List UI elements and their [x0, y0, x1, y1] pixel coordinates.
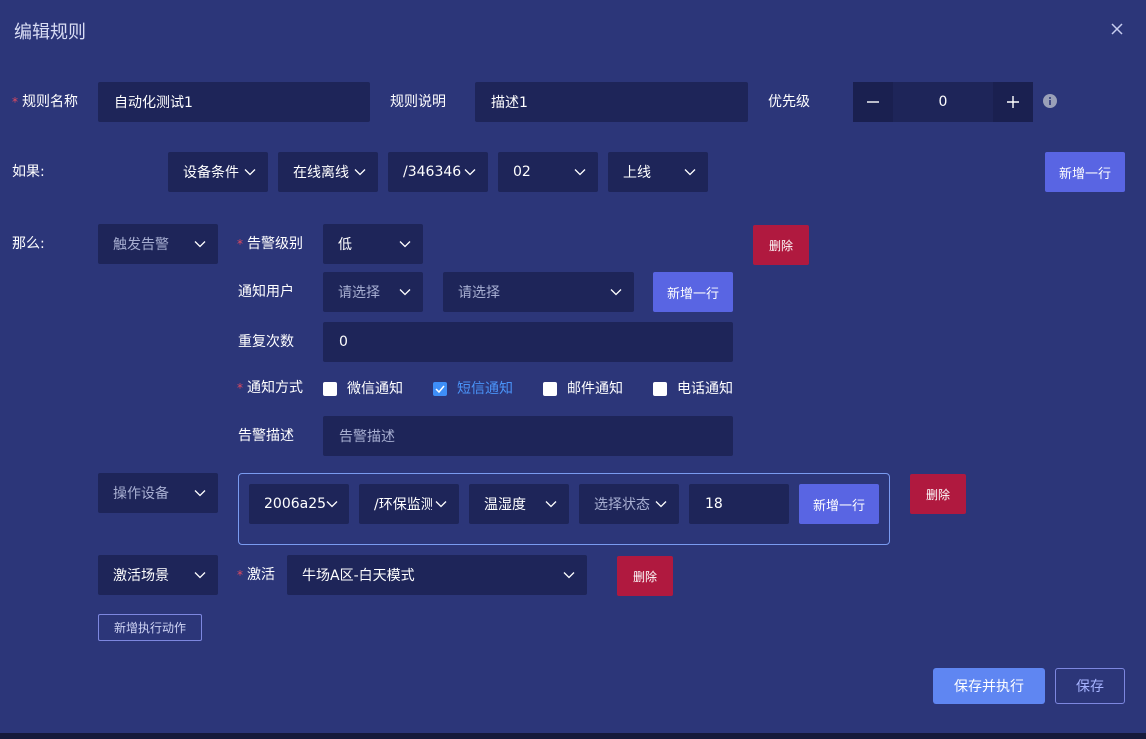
- if-channel-select[interactable]: 02: [498, 152, 598, 192]
- chevron-down-icon: [194, 490, 206, 497]
- alarm-level-select[interactable]: 低: [323, 224, 423, 264]
- add-action-button[interactable]: 新增执行动作: [98, 614, 202, 641]
- chevron-down-icon: [435, 501, 447, 508]
- plus-icon[interactable]: [993, 82, 1033, 122]
- device-group-select[interactable]: /环保监测: [359, 484, 459, 524]
- rule-name-input[interactable]: 自动化测试1: [98, 82, 370, 122]
- notify-user-group-select[interactable]: 请选择: [323, 272, 423, 312]
- wechat-checkbox[interactable]: [323, 382, 337, 396]
- if-device-select[interactable]: /346346: [388, 152, 488, 192]
- email-label[interactable]: 邮件通知: [567, 378, 623, 398]
- if-condition-type-select[interactable]: 设备条件: [168, 152, 268, 192]
- chevron-down-icon: [194, 241, 206, 248]
- background-strip: [0, 733, 1146, 739]
- check-icon: [435, 385, 445, 393]
- alarm-desc-label: 告警描述: [238, 428, 294, 444]
- rule-desc-label: 规则说明: [390, 94, 446, 110]
- edit-rule-dialog: 编辑规则 * 规则名称 自动化测试1 规则说明 描述1 优先级 0 如果: 设备条…: [0, 0, 1146, 733]
- minus-icon[interactable]: [853, 82, 893, 122]
- chevron-down-icon: [610, 289, 622, 296]
- alarm-level-label: * 告警级别: [237, 236, 303, 252]
- required-icon: *: [237, 237, 243, 251]
- scene-action-type-select[interactable]: 激活场景: [98, 555, 218, 595]
- if-add-row-button[interactable]: 新增一行: [1045, 152, 1125, 192]
- scene-delete-button[interactable]: 删除: [617, 556, 673, 596]
- chevron-down-icon: [574, 169, 586, 176]
- notify-method-label: * 通知方式: [237, 380, 303, 396]
- if-label: 如果:: [12, 164, 45, 180]
- phone-label[interactable]: 电话通知: [677, 378, 733, 398]
- dialog-title: 编辑规则: [14, 22, 86, 43]
- alarm-delete-button[interactable]: 删除: [753, 225, 809, 265]
- device-delete-button[interactable]: 删除: [910, 474, 966, 514]
- notify-add-row-button[interactable]: 新增一行: [653, 272, 733, 312]
- if-online-select[interactable]: 在线离线: [278, 152, 378, 192]
- email-checkbox[interactable]: [543, 382, 557, 396]
- sms-label[interactable]: 短信通知: [457, 378, 513, 398]
- save-button[interactable]: 保存: [1055, 668, 1125, 704]
- chevron-down-icon: [464, 169, 476, 176]
- chevron-down-icon: [545, 501, 557, 508]
- chevron-down-icon: [354, 169, 366, 176]
- save-and-execute-button[interactable]: 保存并执行: [933, 668, 1045, 704]
- wechat-label[interactable]: 微信通知: [347, 378, 403, 398]
- if-state-select[interactable]: 上线: [608, 152, 708, 192]
- device-value-input[interactable]: 18: [689, 484, 789, 524]
- chevron-down-icon: [399, 241, 411, 248]
- then-label: 那么:: [12, 236, 45, 252]
- state-select[interactable]: 选择状态: [579, 484, 679, 524]
- required-icon: *: [12, 95, 18, 109]
- priority-value[interactable]: 0: [893, 82, 993, 122]
- chevron-down-icon: [684, 169, 696, 176]
- activate-label: * 激活: [237, 567, 275, 583]
- chevron-down-icon: [399, 289, 411, 296]
- chevron-down-icon: [194, 572, 206, 579]
- required-icon: *: [237, 381, 243, 395]
- notify-user-label: 通知用户: [238, 284, 294, 300]
- chevron-down-icon: [326, 501, 338, 508]
- action-type-select[interactable]: 触发告警: [98, 224, 218, 264]
- priority-label: 优先级: [768, 94, 810, 110]
- phone-checkbox[interactable]: [653, 382, 667, 396]
- rule-desc-input[interactable]: 描述1: [475, 82, 748, 122]
- device-add-row-button[interactable]: 新增一行: [799, 484, 879, 524]
- priority-stepper: 0: [853, 82, 1033, 122]
- scene-select[interactable]: 牛场A区-白天模式: [287, 555, 587, 595]
- sms-checkbox[interactable]: [433, 382, 447, 396]
- device-action-type-select[interactable]: 操作设备: [98, 473, 218, 513]
- chevron-down-icon: [244, 169, 256, 176]
- close-icon[interactable]: [1108, 20, 1126, 38]
- repeat-count-input[interactable]: 0: [323, 322, 733, 362]
- chevron-down-icon: [655, 501, 667, 508]
- alarm-desc-input[interactable]: 告警描述: [323, 416, 733, 456]
- chevron-down-icon: [563, 572, 575, 579]
- required-icon: *: [237, 568, 243, 582]
- repeat-count-label: 重复次数: [238, 334, 294, 350]
- notify-user-select[interactable]: 请选择: [443, 272, 634, 312]
- rule-name-label: * 规则名称: [12, 94, 78, 110]
- info-icon[interactable]: [1043, 94, 1057, 108]
- sensor-type-select[interactable]: 温湿度: [469, 484, 569, 524]
- device-select[interactable]: 2006a25: [249, 484, 349, 524]
